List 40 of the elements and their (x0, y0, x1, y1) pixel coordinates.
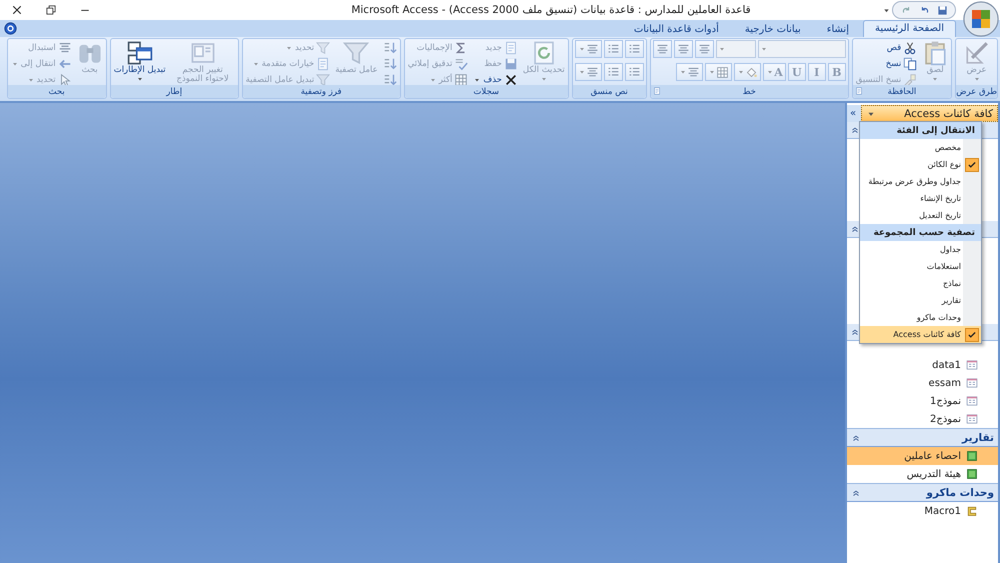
pane-header[interactable]: كافة كائنات Access (861, 105, 998, 122)
ribbon-tab[interactable]: إنشاء (814, 21, 861, 37)
navigation-item[interactable]: هيئة التدريس (847, 465, 998, 483)
navigation-item[interactable]: احصاء عاملين (847, 447, 998, 465)
ribbon-button[interactable]: تبديل الإطارات (112, 40, 167, 84)
group-header[interactable]: وحدات ماكرو (847, 483, 998, 502)
menu-item[interactable]: تقارير (860, 292, 981, 309)
ribbon-button[interactable]: قص (854, 40, 918, 55)
navigation-item[interactable]: Macro1 (847, 502, 998, 520)
window-title: قاعدة العاملين للمدارس : قاعدة بيانات (تنسيق ملف Access 2000) - Microsoft Access (350, 4, 752, 16)
menu-item[interactable]: تاريخ التعديل (860, 207, 981, 224)
group-label: خط (742, 86, 756, 96)
menu-item[interactable]: استعلامات (860, 258, 981, 275)
ribbon-tab[interactable]: بيانات خارجية (732, 21, 813, 37)
group-label: الحافظة (888, 86, 916, 96)
ribbon-tab[interactable]: أدوات قاعدة البيانات (622, 21, 731, 37)
menu-item[interactable]: مخصص (860, 139, 981, 156)
menu-heading: الانتقال إلى الفئة (860, 122, 981, 139)
group-label: طرق عرض (956, 86, 997, 96)
group-label: بحث (48, 86, 65, 96)
group-label: سجلات (473, 86, 500, 96)
navigation-item[interactable]: نموذج2 (847, 410, 998, 428)
group-label: إطار (166, 86, 182, 96)
menu-item[interactable]: وحدات ماكرو (860, 309, 981, 326)
group-label: فرز وتصفية (300, 86, 342, 96)
menu-item[interactable]: نوع الكائن (860, 156, 981, 173)
ribbon-button[interactable]: نسخ (854, 56, 918, 71)
menu-item[interactable]: جداول وطرق عرض مرتبطة (860, 173, 981, 190)
navigation-item[interactable]: essam (847, 374, 998, 392)
navigation-item[interactable]: data1 (847, 356, 998, 374)
menu-heading: تصفية حسب المجموعة (860, 224, 981, 241)
menu-item[interactable]: نماذج (860, 275, 981, 292)
group-header[interactable]: تقارير (847, 428, 998, 447)
group-label: نص منسق (590, 86, 628, 96)
ribbon-tab[interactable]: الصفحة الرئيسية (863, 20, 956, 37)
navigation-item[interactable]: نموذج1 (847, 392, 998, 410)
menu-item[interactable]: تاريخ الإنشاء (860, 190, 981, 207)
menu-item[interactable]: جداول (860, 241, 981, 258)
menu-item[interactable]: كافة كائنات Access (860, 326, 981, 343)
ribbon-button[interactable]: حذف (472, 72, 519, 87)
